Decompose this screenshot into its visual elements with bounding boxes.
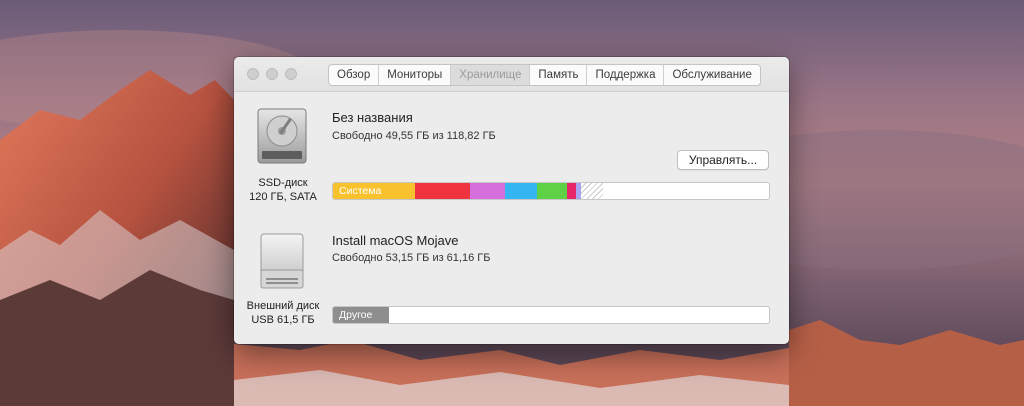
disk1-volume-name: Без названия	[332, 110, 413, 125]
usage-segment[interactable]	[537, 183, 567, 199]
usage-segment[interactable]	[505, 183, 537, 199]
usage-segment[interactable]: Система	[333, 183, 415, 199]
disk2-caption-type: Внешний диск	[246, 300, 320, 312]
disk2-free-space: Свободно 53,15 ГБ из 61,16 ГБ	[332, 252, 491, 264]
usage-segment[interactable]	[415, 183, 470, 199]
about-this-mac-window: Обзор Мониторы Хранилище Память Поддержк…	[234, 57, 789, 344]
tab-storage[interactable]: Хранилище	[451, 65, 531, 85]
usage-segment[interactable]	[567, 183, 576, 199]
disk2-caption-size: USB 61,5 ГБ	[251, 314, 315, 326]
title-bar: Обзор Мониторы Хранилище Память Поддержк…	[234, 57, 789, 92]
disk1-usage-bar: Система	[332, 182, 770, 200]
tab-bar: Обзор Мониторы Хранилище Память Поддержк…	[328, 64, 761, 86]
tab-overview[interactable]: Обзор	[329, 65, 380, 85]
external-usb-drive-icon	[260, 233, 304, 289]
disk2-volume-name: Install macOS Mojave	[332, 233, 459, 248]
tab-memory[interactable]: Память	[530, 65, 588, 85]
tab-service[interactable]: Обслуживание	[664, 65, 759, 85]
disk1-free-space: Свободно 49,55 ГБ из 118,82 ГБ	[332, 130, 496, 142]
disk1-caption-type: SSD-диск	[258, 177, 308, 189]
usage-segment[interactable]: Другое	[333, 307, 389, 323]
storage-pane: SSD-диск 120 ГБ, SATA Без названия Свобо…	[234, 92, 789, 344]
manage-button[interactable]: Управлять...	[677, 150, 769, 170]
minimize-button[interactable]	[266, 68, 278, 80]
usage-segment[interactable]	[470, 183, 505, 199]
close-button[interactable]	[247, 68, 259, 80]
tab-support[interactable]: Поддержка	[587, 65, 665, 85]
disk1-caption-size: 120 ГБ, SATA	[249, 191, 317, 203]
usage-segment[interactable]	[581, 183, 603, 199]
usage-segment-label: Другое	[339, 309, 373, 321]
zoom-button[interactable]	[285, 68, 297, 80]
disk2-usage-bar: Другое	[332, 306, 770, 324]
usage-segment-label: Система	[339, 185, 382, 197]
tab-displays[interactable]: Мониторы	[379, 65, 452, 85]
internal-hard-drive-icon	[257, 108, 307, 164]
